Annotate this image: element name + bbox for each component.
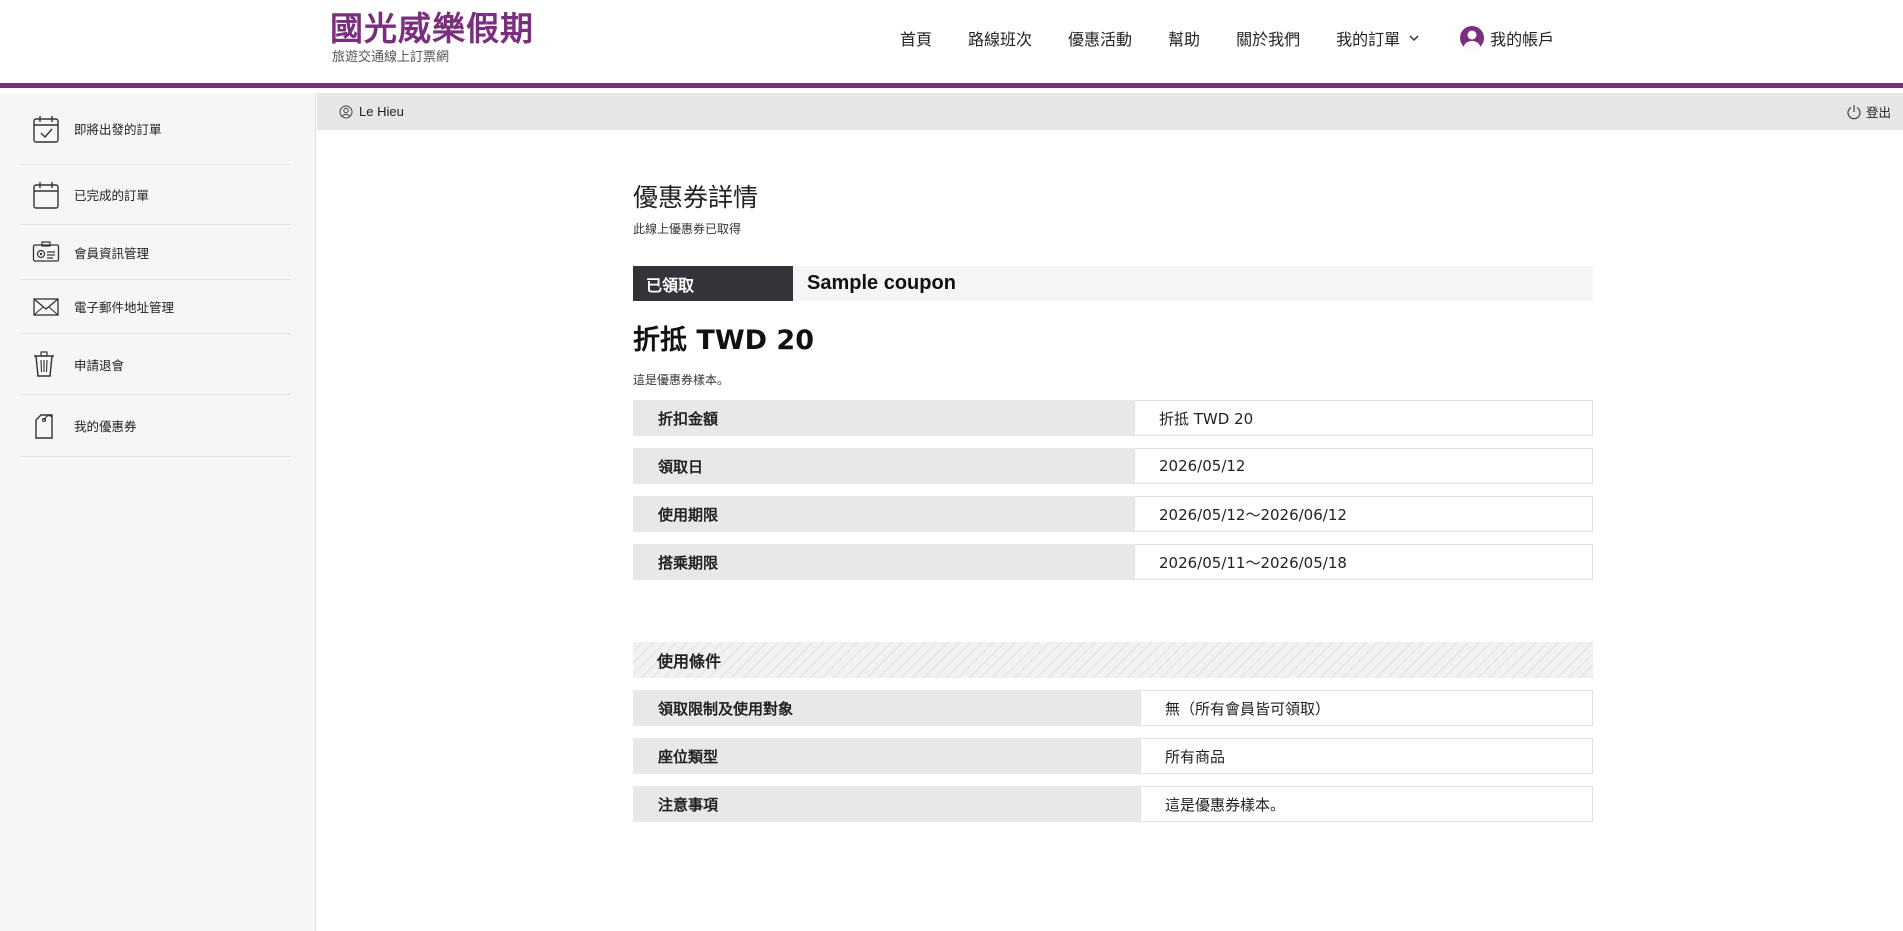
nav-about-label: 關於我們 [1236,30,1301,49]
nav-routes[interactable]: 路線班次 [968,26,1032,50]
coupon-header: 已領取 Sample coupon [633,266,1593,301]
brand-logo[interactable]: 國光威樂假期 旅遊交通線上訂票網 [330,8,534,66]
sidebar-item-withdraw[interactable]: 申請退會 [20,334,290,395]
page-subtitle: 此線上優惠券已取得 [633,222,742,236]
detail-label: 使用期限 [633,496,1134,532]
conditions-heading: 使用條件 [633,642,1593,678]
sidebar-item-upcoming-orders[interactable]: 即將出發的訂單 [20,93,290,165]
nav-promotions-label: 優惠活動 [1068,30,1133,49]
sidebar-item-member-info[interactable]: 會員資訊管理 [20,225,290,280]
condition-label: 領取限制及使用對象 [633,690,1140,726]
sidebar-item-my-coupons[interactable]: 我的優惠券 [20,395,290,457]
power-icon [1847,104,1861,119]
envelope-icon [20,297,74,317]
sidebar-item-completed-orders[interactable]: 已完成的訂單 [20,165,290,225]
condition-row-seat-type: 座位類型 所有商品 [633,738,1593,774]
condition-row-notes: 注意事項 這是優惠券樣本。 [633,786,1593,822]
nav-home-label: 首頁 [900,30,933,49]
nav-help[interactable]: 幫助 [1168,26,1200,50]
coupon-description: 這是優惠券樣本。 [633,373,730,387]
detail-row-travel-period: 搭乘期限 2026/05/11～2026/05/18 [633,544,1593,580]
nav-help-label: 幫助 [1168,30,1201,49]
calendar-check-icon [20,114,74,144]
condition-value: 無（所有會員皆可領取） [1140,690,1593,726]
id-card-icon [20,241,74,263]
detail-row-validity: 使用期限 2026/05/12～2026/06/12 [633,496,1593,532]
user-bar: Le Hieu 登出 [317,93,1903,130]
nav-routes-label: 路線班次 [968,30,1033,49]
page-title: 優惠券詳情 [633,183,759,212]
sidebar-item-label: 我的優惠券 [74,419,137,434]
site-header: 國光威樂假期 旅遊交通線上訂票網 首頁 路線班次 優惠活動 幫助 關於我們 我的… [0,0,1903,88]
status-badge: 已領取 [633,266,793,301]
condition-value: 這是優惠券樣本。 [1140,786,1593,822]
brand-title: 國光威樂假期 [330,9,534,48]
calendar-icon [20,180,74,210]
detail-value: 2026/05/12～2026/06/12 [1134,496,1593,532]
nav-my-account[interactable]: 我的帳戶 [1460,26,1554,50]
detail-value: 折抵 TWD 20 [1134,400,1593,436]
username: Le Hieu [359,104,404,119]
sidebar-item-label: 即將出發的訂單 [74,122,162,137]
sidebar-item-label: 申請退會 [74,357,125,373]
sidebar-item-label: 電子郵件地址管理 [74,300,175,315]
sidebar-item-label: 會員資訊管理 [74,245,150,261]
main-nav: 首頁 路線班次 優惠活動 幫助 關於我們 我的訂單 我的帳戶 [900,26,1554,50]
account-avatar-icon [1460,26,1485,50]
nav-about[interactable]: 關於我們 [1236,26,1300,50]
account-sidebar: 即將出發的訂單 已完成的訂單 會員資訊管理 電子郵件地址管理 申請退會 我的優惠… [0,93,316,931]
detail-value: 2026/05/11～2026/05/18 [1134,544,1593,580]
chevron-down-icon [1409,35,1419,42]
sidebar-item-email[interactable]: 電子郵件地址管理 [20,280,290,334]
detail-label: 領取日 [633,448,1134,484]
condition-row-eligibility: 領取限制及使用對象 無（所有會員皆可領取） [633,690,1593,726]
user-info: Le Hieu [317,104,404,119]
detail-row-claim-date: 領取日 2026/05/12 [633,448,1593,484]
condition-label: 座位類型 [633,738,1140,774]
trash-icon [20,350,74,378]
logout-label: 登出 [1865,105,1891,120]
brand-subtitle: 旅遊交通線上訂票網 [332,50,450,65]
account-label: 我的帳戶 [1490,30,1555,49]
detail-row-discount-amount: 折扣金額 折抵 TWD 20 [633,400,1593,436]
nav-promotions[interactable]: 優惠活動 [1068,26,1132,50]
detail-value: 2026/05/12 [1134,448,1593,484]
condition-value: 所有商品 [1140,738,1593,774]
user-circle-icon [339,105,353,118]
discount-title: 折抵 TWD 20 [633,325,814,356]
coupon-tag-icon [20,412,74,440]
sidebar-item-label: 已完成的訂單 [74,188,150,203]
nav-my-orders-label: 我的訂單 [1336,30,1401,49]
detail-label: 搭乘期限 [633,544,1134,580]
condition-label: 注意事項 [633,786,1140,822]
coupon-name: Sample coupon [807,272,956,294]
nav-my-orders[interactable]: 我的訂單 [1336,26,1420,50]
detail-label: 折扣金額 [633,400,1134,436]
logout-button[interactable]: 登出 [1846,102,1903,121]
nav-home[interactable]: 首頁 [900,26,932,50]
